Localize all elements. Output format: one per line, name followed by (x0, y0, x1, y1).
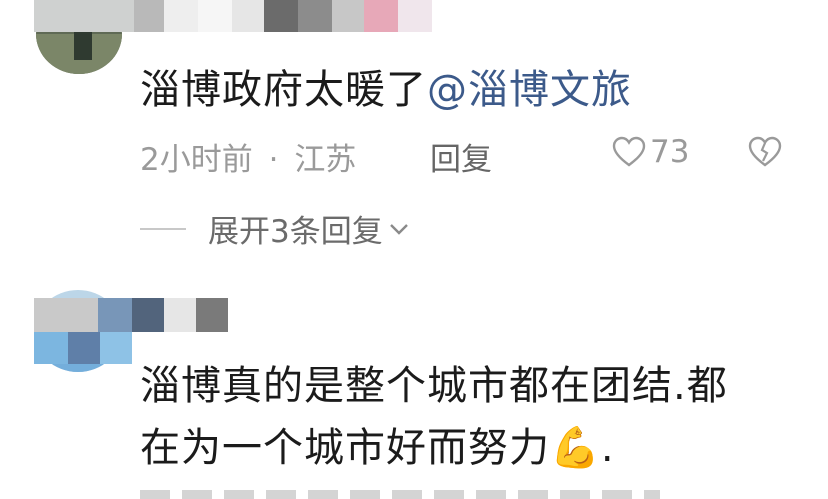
trailing-period: . (600, 425, 615, 471)
comment-text: 淄博真的是整个城市都在团结.都 在为一个城市好而努力💪. (140, 358, 728, 476)
divider (140, 227, 186, 230)
expand-replies[interactable]: 展开3条回复 (140, 206, 411, 251)
like-button[interactable]: 73 (612, 134, 689, 170)
comment-body: 淄博政府太暖了 (140, 67, 427, 113)
username-mosaic[interactable] (34, 0, 432, 32)
heart-outline-icon (612, 136, 646, 167)
like-count: 73 (650, 134, 690, 170)
cut-off-meta (140, 490, 660, 499)
meta-separator: · (268, 142, 279, 178)
comment-body-line-2: 在为一个城市好而努力 (140, 425, 550, 471)
comment-meta: 2小时前 · 江苏 (140, 134, 356, 179)
flexed-biceps-emoji: 💪 (550, 425, 601, 471)
expand-replies-label: 展开3条回复 (208, 214, 383, 250)
broken-heart-icon (748, 136, 782, 167)
username-mosaic[interactable] (34, 298, 228, 332)
comment-body-line-1: 淄博真的是整个城市都在团结.都 (140, 363, 728, 409)
mention-link[interactable]: @淄博文旅 (427, 67, 632, 113)
comment-text: 淄博政府太暖了@淄博文旅 (140, 62, 632, 118)
chevron-down-icon (389, 223, 408, 235)
reply-button[interactable]: 回复 (430, 134, 492, 179)
dislike-button[interactable] (748, 136, 782, 172)
comment-time: 2小时前 (140, 142, 253, 178)
comment-location: 江苏 (294, 142, 357, 178)
